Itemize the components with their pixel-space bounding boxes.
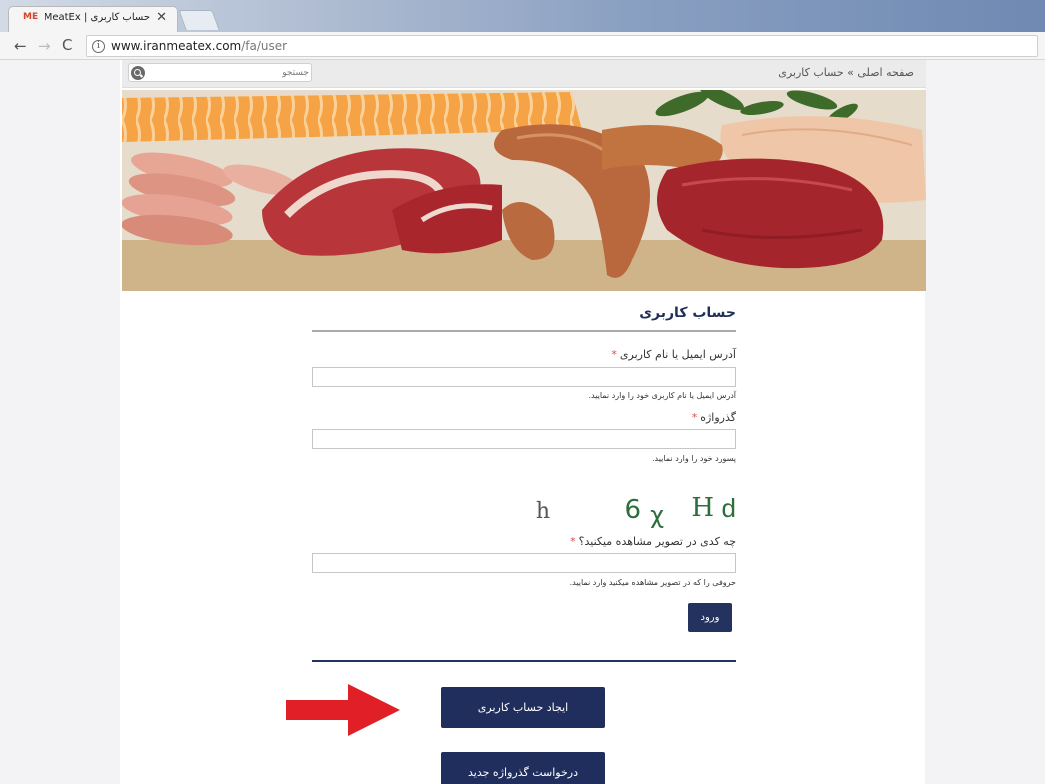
url-text: www.iranmeatex.com/fa/user xyxy=(111,39,287,53)
required-mark: * xyxy=(611,348,617,361)
breadcrumb[interactable]: صفحه اصلی » حساب کاربری xyxy=(778,66,914,79)
title-divider xyxy=(312,330,736,332)
email-label: آدرس ایمیل یا نام کاربری* xyxy=(611,348,736,361)
email-field[interactable] xyxy=(312,367,736,387)
search-icon[interactable] xyxy=(131,66,145,80)
tab-strip: ME حساب کاربری | MeatEx ✕ xyxy=(0,0,1045,32)
captcha-char: H xyxy=(691,493,714,523)
search-input[interactable] xyxy=(149,65,309,81)
info-icon[interactable]: i xyxy=(92,40,105,53)
site-favicon-icon: ME xyxy=(23,12,39,22)
email-label-text: آدرس ایمیل یا نام کاربری xyxy=(619,348,736,361)
url-path: /fa/user xyxy=(241,39,288,53)
create-account-button[interactable]: ایجاد حساب کاربری xyxy=(441,687,605,728)
captcha-image: h 6 χ H d xyxy=(536,489,736,531)
email-hint: آدرس ایمیل یا نام کاربری خود را وارد نما… xyxy=(588,391,736,400)
address-bar[interactable]: i www.iranmeatex.com/fa/user xyxy=(86,35,1038,57)
request-new-password-button[interactable]: درخواست گذرواژه جدید xyxy=(441,752,605,784)
meat-banner-illustration xyxy=(122,90,926,291)
page: صفحه اصلی » حساب کاربری xyxy=(0,60,1045,784)
captcha-char: χ xyxy=(650,501,664,529)
back-arrow-icon[interactable]: ← xyxy=(14,37,27,55)
browser-toolbar: ← → C i www.iranmeatex.com/fa/user xyxy=(0,32,1045,60)
browser-window: ME حساب کاربری | MeatEx ✕ ← → C i www.ir… xyxy=(0,0,1045,784)
password-field[interactable] xyxy=(312,429,736,449)
captcha-char: d xyxy=(721,493,736,523)
tab-title: حساب کاربری | MeatEx xyxy=(45,12,150,23)
captcha-field[interactable] xyxy=(312,553,736,573)
captcha-char: h xyxy=(535,499,550,524)
forward-arrow-icon[interactable]: → xyxy=(38,37,51,55)
captcha-hint: حروفی را که در تصویر مشاهده میکنید وارد … xyxy=(569,578,736,587)
page-gutter-right xyxy=(925,60,1045,784)
captcha-label: چه کدی در تصویر مشاهده میکنید؟* xyxy=(570,535,736,548)
red-arrow-icon xyxy=(286,684,400,736)
meat-banner-image xyxy=(122,90,926,291)
url-host: www.iranmeatex.com xyxy=(111,39,242,53)
close-tab-icon[interactable]: ✕ xyxy=(156,10,167,25)
reload-icon[interactable]: C xyxy=(62,36,72,54)
page-gutter-left xyxy=(0,60,120,784)
site-top-bar: صفحه اصلی » حساب کاربری xyxy=(122,60,926,88)
search-box xyxy=(128,63,312,82)
password-label: گذرواژه* xyxy=(692,411,736,424)
password-label-text: گذرواژه xyxy=(700,411,736,424)
new-tab-button[interactable] xyxy=(178,10,220,30)
password-hint: پسورد خود را وارد نمایید. xyxy=(651,454,736,463)
required-mark: * xyxy=(570,535,576,548)
form-bottom-divider xyxy=(312,660,736,662)
captcha-char: 6 xyxy=(624,495,641,525)
required-mark: * xyxy=(691,411,698,424)
captcha-label-text: چه کدی در تصویر مشاهده میکنید؟ xyxy=(578,535,736,548)
form-title: حساب کاربری xyxy=(639,305,736,321)
login-button[interactable]: ورود xyxy=(688,603,732,632)
browser-tab[interactable]: ME حساب کاربری | MeatEx ✕ xyxy=(8,6,178,32)
